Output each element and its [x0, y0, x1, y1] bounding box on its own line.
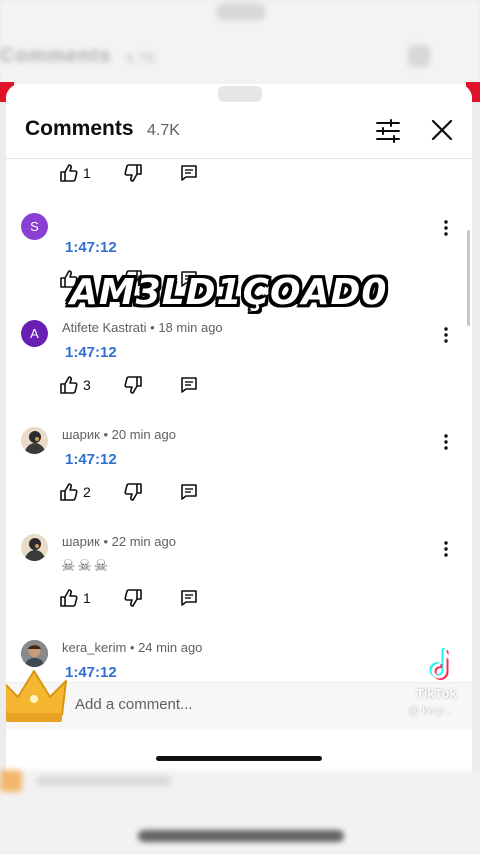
video-frame: Comments 4.7K Comments 4.7K 1 S 1:47:12 …: [0, 0, 480, 854]
timestamp-link[interactable]: 1:47:12: [65, 664, 117, 679]
user-photo-icon: [21, 427, 48, 454]
reply-icon[interactable]: [180, 483, 198, 501]
thumbs-down-icon[interactable]: [123, 375, 143, 395]
more-options-icon[interactable]: [442, 433, 450, 451]
comments-count: 4.7K: [147, 122, 180, 139]
reply-icon[interactable]: [180, 376, 198, 394]
author-name[interactable]: Atifete Kastrati: [62, 320, 147, 335]
blurred-handle: [216, 3, 266, 21]
author-name[interactable]: шарик: [62, 534, 100, 549]
sliders-icon[interactable]: [374, 117, 402, 145]
like-count: 3: [83, 377, 91, 393]
home-indicator: [156, 756, 322, 761]
timestamp-link[interactable]: 1:47:12: [65, 239, 117, 256]
comment-meta: шарик • 20 min ago: [62, 427, 176, 442]
comment-meta: kera_kerim • 24 min ago: [62, 640, 203, 655]
author-name[interactable]: kera_kerim: [62, 640, 126, 655]
blurred-icon: [408, 45, 430, 67]
comment-list[interactable]: 1 S 1:47:12 A Atifete Kastrati • 18 min …: [6, 159, 472, 679]
blurred-comments-title: Comments: [0, 45, 112, 67]
blurred-badge: [0, 770, 22, 792]
thumbs-up-icon[interactable]: [59, 482, 79, 502]
comment-actions: 1: [59, 163, 219, 185]
thumbs-up-icon[interactable]: [59, 375, 79, 395]
tiktok-logo-icon: [429, 648, 456, 680]
comments-sheet: Comments 4.7K 1 S 1:47:12 A Atifete Kast…: [6, 84, 472, 774]
thumbs-down-icon[interactable]: [123, 588, 143, 608]
author-name[interactable]: шарик: [62, 427, 100, 442]
like-count: 2: [83, 484, 91, 500]
more-options-icon[interactable]: [442, 219, 450, 237]
comment-time: 20 min ago: [111, 427, 176, 442]
avatar[interactable]: [21, 640, 48, 667]
comment-actions: 1: [59, 588, 219, 610]
comment-time: 24 min ago: [138, 640, 203, 655]
avatar[interactable]: [21, 534, 48, 561]
more-options-icon[interactable]: [442, 326, 450, 344]
crown-icon: [6, 670, 67, 722]
avatar[interactable]: [21, 427, 48, 454]
tiktok-handle: @ kerp...: [408, 705, 453, 717]
timestamp-link[interactable]: 1:47:12: [65, 344, 117, 361]
comment-time: 18 min ago: [158, 320, 223, 335]
comments-title: Comments: [25, 117, 134, 140]
comment-actions: 3: [59, 375, 219, 397]
thumbs-down-icon[interactable]: [123, 482, 143, 502]
avatar-letter: A: [30, 326, 39, 341]
scrollbar[interactable]: [467, 230, 470, 326]
tiktok-wordmark: TikTok: [416, 686, 457, 701]
timestamp-link[interactable]: 1:47:12: [65, 451, 117, 468]
more-options-icon[interactable]: [442, 540, 450, 558]
like-count: 1: [83, 590, 91, 606]
background-blur-top: Comments 4.7K: [0, 0, 480, 90]
close-icon[interactable]: [429, 117, 455, 143]
avatar[interactable]: A: [21, 320, 48, 347]
comment-meta: Atifete Kastrati • 18 min ago: [62, 320, 223, 335]
comment-actions: 2: [59, 482, 219, 504]
reply-icon[interactable]: [180, 164, 198, 182]
add-comment-input[interactable]: Add a comment...: [75, 696, 193, 713]
user-photo-icon: [21, 534, 48, 561]
overlay-caption: AM3LD1ÇOAD0: [70, 272, 388, 313]
user-photo-icon: [21, 640, 48, 667]
thumbs-up-icon[interactable]: [59, 588, 79, 608]
avatar[interactable]: S: [21, 213, 48, 240]
comment-text: ☠☠☠: [61, 558, 111, 575]
drag-handle[interactable]: [218, 86, 262, 102]
background-blur-bottom: [0, 770, 480, 854]
thumbs-down-icon[interactable]: [123, 163, 143, 183]
blurred-comments-count: 4.7K: [125, 50, 156, 67]
comments-header: Comments 4.7K: [6, 108, 472, 158]
avatar-letter: S: [30, 219, 39, 234]
reply-icon[interactable]: [180, 589, 198, 607]
comment-meta: шарик • 22 min ago: [62, 534, 176, 549]
thumbs-up-icon[interactable]: [59, 163, 79, 183]
like-count: 1: [83, 165, 91, 181]
blurred-text: [36, 776, 171, 786]
comment-time: 22 min ago: [111, 534, 176, 549]
blurred-home-indicator: [138, 830, 344, 842]
add-comment-bar[interactable]: Add a comment...: [6, 670, 472, 730]
tiktok-watermark: TikTok @ kerp...: [408, 648, 480, 724]
